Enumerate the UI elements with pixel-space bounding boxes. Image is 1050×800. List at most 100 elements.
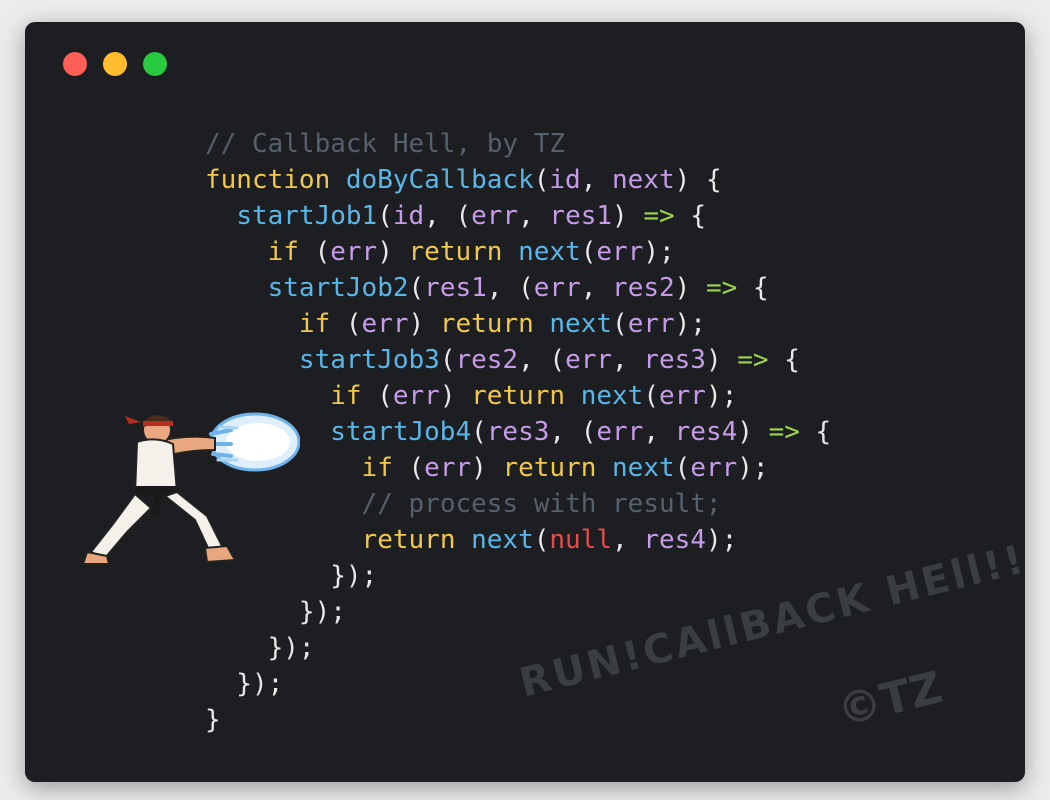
code-token-arrow: => (705, 273, 738, 303)
code-token-plain: }); (205, 633, 315, 663)
code-token-keyword: return (408, 237, 503, 267)
code-token-plain: ) (705, 345, 738, 375)
code-token-param: err (471, 201, 519, 231)
code-token-param: err (627, 309, 675, 339)
minimize-button[interactable] (103, 52, 127, 76)
close-button[interactable] (63, 52, 87, 76)
fighter-illustration (81, 412, 300, 565)
code-token-func: next (612, 453, 675, 483)
code-token-null: null (549, 525, 613, 555)
code-token-func: startJob2 (267, 273, 409, 303)
code-token-arrow: => (643, 201, 675, 231)
code-token-plain: ); (705, 525, 738, 555)
code-token-plain: , (580, 273, 613, 303)
code-token-plain: ( (580, 237, 597, 267)
code-line: startJob1(id, (err, res1) => { (205, 198, 831, 234)
code-token-plain: ) (737, 417, 769, 447)
code-token-plain: }); (205, 669, 284, 699)
code-line: if (err) return next(err); (205, 306, 831, 342)
code-token-plain: ); (737, 453, 769, 483)
code-token-plain: , ( (424, 201, 472, 231)
code-line: if (err) return next(err); (205, 234, 831, 270)
code-token-plain: ); (674, 309, 706, 339)
code-token-plain: ( (392, 453, 425, 483)
code-token-plain: ) (612, 201, 644, 231)
code-token-plain: ( (471, 417, 487, 447)
code-token-param: err (596, 237, 644, 267)
code-token-param: res4 (643, 525, 706, 555)
code-token-plain: { (799, 417, 832, 447)
code-token-param: err (424, 453, 472, 483)
code-token-plain: } (205, 705, 221, 735)
code-token-plain: }); (205, 597, 346, 627)
code-token-param: err (596, 417, 644, 447)
copyright-mark: ©TZ (832, 661, 948, 738)
code-token-plain: ); (705, 381, 738, 411)
code-token-plain: ) (439, 381, 472, 411)
code-token-param: err (330, 237, 378, 267)
code-token-plain: ) (674, 273, 706, 303)
code-token-param: res2 (612, 273, 675, 303)
code-token-param: res3 (643, 345, 706, 375)
code-token-plain: ) (408, 309, 440, 339)
code-token-keyword: if (267, 237, 299, 267)
code-token-plain: ( (533, 165, 550, 195)
code-token-keyword: function (205, 165, 331, 195)
code-token-param: next (612, 165, 675, 195)
code-token-plain: { (737, 273, 769, 303)
code-token-plain: , (612, 525, 644, 555)
code-token-keyword: if (361, 453, 393, 483)
code-token-plain: ( (408, 273, 425, 303)
code-token-param: err (392, 381, 440, 411)
code-token-param: err (565, 345, 613, 375)
code-token-keyword: if (298, 309, 331, 339)
code-token-param: err (533, 273, 581, 303)
code-token-param: id (392, 201, 425, 231)
code-token-param: id (549, 165, 581, 195)
code-token-func: next (549, 309, 613, 339)
code-token-comment: // Callback Hell, by TZ (205, 129, 566, 159)
code-token-plain: ( (361, 381, 393, 411)
code-token-param: res1 (549, 201, 613, 231)
code-token-plain: ) (377, 237, 409, 267)
code-token-plain: ( (439, 345, 456, 375)
code-line: // Callback Hell, by TZ (205, 126, 831, 162)
code-token-keyword: return (471, 381, 566, 411)
code-token-comment: // process with result; (361, 489, 722, 519)
code-token-plain: ) { (674, 165, 722, 195)
code-token-param: res1 (424, 273, 487, 303)
window-controls (63, 52, 167, 76)
code-token-func: doByCallback (345, 165, 534, 195)
code-token-plain: , (643, 417, 675, 447)
code-token-plain: ( (330, 309, 362, 339)
code-window: // Callback Hell, by TZ function doByCall… (25, 22, 1025, 782)
code-token-keyword: return (439, 309, 534, 339)
code-token-plain: ) (471, 453, 503, 483)
code-token-keyword: return (502, 453, 597, 483)
code-line: startJob2(res1, (err, res2) => { (205, 270, 831, 306)
code-token-param: res4 (674, 417, 738, 447)
code-token-plain: ( (298, 237, 331, 267)
code-token-keyword: return (361, 525, 456, 555)
code-token-plain: , (580, 165, 613, 195)
code-token-arrow: => (737, 345, 769, 375)
code-token-plain: ); (643, 237, 675, 267)
code-line: } (205, 702, 831, 738)
code-token-plain: ( (643, 381, 659, 411)
maximize-button[interactable] (143, 52, 167, 76)
code-token-keyword: if (330, 381, 362, 411)
code-token-plain: { (768, 345, 800, 375)
code-token-plain: ( (377, 201, 393, 231)
code-token-plain: , (518, 201, 550, 231)
code-token-param: err (361, 309, 409, 339)
code-token-func: startJob3 (298, 345, 440, 375)
code-token-plain: ( (612, 309, 628, 339)
code-token-plain: ( (674, 453, 691, 483)
code-token-param: res2 (455, 345, 519, 375)
code-token-func: startJob4 (330, 417, 472, 447)
